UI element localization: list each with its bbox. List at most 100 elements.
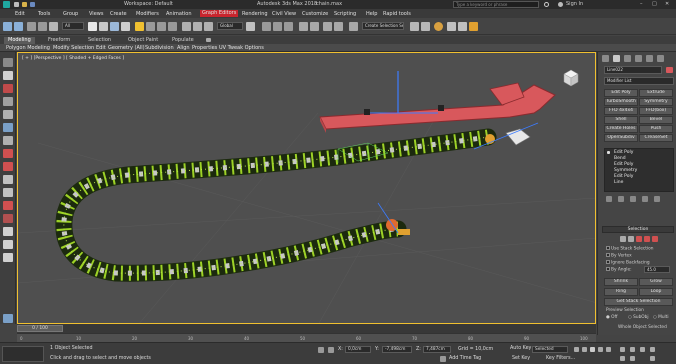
modifier-creaseset-button[interactable]: CreaseSet <box>639 134 673 142</box>
select-manipulate-icon[interactable] <box>262 22 271 31</box>
render-setup-icon[interactable] <box>447 22 456 31</box>
select-by-name-icon[interactable] <box>99 22 108 31</box>
motion-tab-icon[interactable] <box>635 55 642 62</box>
scene-icon[interactable] <box>3 227 13 236</box>
keyboard-shortcut-override-icon[interactable] <box>273 22 282 31</box>
stack-item-line[interactable]: Line <box>614 180 623 185</box>
spinner-snap-icon[interactable] <box>284 22 293 31</box>
hierarchy-tab-icon[interactable] <box>624 55 631 62</box>
display-icon[interactable] <box>3 162 13 171</box>
y-coordinate-field[interactable]: -7,498cm <box>382 346 412 353</box>
maxscript-listener[interactable] <box>2 346 44 362</box>
panel-uv-tweak-options[interactable]: UV Tweak Options <box>219 45 264 51</box>
edge-mode-icon[interactable] <box>628 236 634 242</box>
reference-coordinate-dropdown[interactable]: Global <box>217 22 243 30</box>
material-editor-icon[interactable] <box>434 22 443 31</box>
zoom-extents-icon[interactable] <box>630 347 635 352</box>
element-mode-icon[interactable] <box>652 236 658 242</box>
curve-editor-icon[interactable] <box>410 22 419 31</box>
minimize-button[interactable]: – <box>640 1 643 7</box>
menu-rendering[interactable]: Rendering <box>242 11 268 17</box>
by-angle-checkbox[interactable]: By Angle: <box>606 267 632 273</box>
modifier-ffd-4x4x4-button[interactable]: FFD 4x4x4 <box>604 107 638 115</box>
perspective-viewport[interactable]: [ + ] [Perspective ] [ Shaded + Edged Fa… <box>17 52 596 324</box>
menu-edit[interactable]: Edit <box>15 11 25 17</box>
scene-canvas[interactable] <box>18 53 596 324</box>
mirror-icon[interactable] <box>299 22 308 31</box>
modifier-list-dropdown[interactable]: Modifier List <box>604 77 674 85</box>
ribbon-options-icon[interactable] <box>206 38 211 42</box>
angle-snap-icon[interactable] <box>193 22 202 31</box>
angle-spinner[interactable]: 45.0 <box>644 266 670 273</box>
named-selection-set-dropdown[interactable]: Create Selection Se <box>362 22 404 30</box>
get-stack-selection-button[interactable]: Get Stack Selection <box>604 298 673 306</box>
menu-create[interactable]: Create <box>110 11 127 17</box>
menu-help[interactable]: Help <box>366 11 377 17</box>
redo-icon[interactable] <box>14 22 23 31</box>
absolute-mode-icon[interactable] <box>328 347 334 353</box>
ring-button[interactable]: Ring <box>604 288 638 296</box>
modifier-extrude-button[interactable]: Extrude <box>639 89 673 97</box>
layer-manager-icon[interactable] <box>323 22 332 31</box>
go-to-end-icon[interactable] <box>606 347 611 352</box>
rectangular-selection-icon[interactable] <box>110 22 119 31</box>
shrink-button[interactable]: Shrink <box>604 278 638 286</box>
stack-item-symmetry[interactable]: Symmetry <box>614 168 637 173</box>
named-selection-icon[interactable] <box>349 22 358 31</box>
modifier-edit-poly-button[interactable]: Edit Poly <box>604 89 638 97</box>
stack-light-bulb-icon[interactable] <box>607 151 610 154</box>
shape-icon[interactable] <box>3 214 13 223</box>
tab-populate[interactable]: Populate <box>168 37 198 44</box>
object-paint-icon[interactable] <box>3 97 13 106</box>
time-tag-icon[interactable] <box>440 356 446 362</box>
maximize-viewport-icon[interactable] <box>650 356 655 361</box>
loop-button[interactable]: Loop <box>639 288 673 296</box>
hierarchy-icon[interactable] <box>3 253 13 262</box>
modifier-ffd-box-button[interactable]: FFD(box) <box>639 107 673 115</box>
menu-customize[interactable]: Customize <box>302 11 328 17</box>
preview-multi-radio[interactable]: ○ Multi <box>653 315 669 320</box>
menu-modifiers[interactable]: Modifiers <box>136 11 159 17</box>
select-scale-icon[interactable] <box>157 22 166 31</box>
panel-subdivision[interactable]: Subdivision <box>145 45 174 51</box>
unlink-icon[interactable] <box>38 22 47 31</box>
make-unique-icon[interactable] <box>630 196 636 202</box>
add-time-tag-button[interactable]: Add Time Tag <box>449 356 481 361</box>
layer-explorer-icon[interactable] <box>3 314 13 323</box>
walk-through-icon[interactable] <box>630 356 635 361</box>
isolate-icon[interactable] <box>3 110 13 119</box>
pan-view-icon[interactable] <box>650 347 655 352</box>
camera-icon[interactable] <box>3 188 13 197</box>
close-button[interactable]: ✕ <box>665 1 669 7</box>
track-bar[interactable]: 0 10 20 30 40 50 60 70 80 90 100 <box>17 333 596 342</box>
modifier-symmetry-button[interactable]: Symmetry <box>639 98 673 106</box>
bind-space-warp-icon[interactable] <box>49 22 58 31</box>
stack-item-edit-poly-2[interactable]: Edit Poly <box>614 162 633 167</box>
grow-button[interactable]: Grow <box>639 278 673 286</box>
hide-icon[interactable] <box>3 136 13 145</box>
open-file-icon[interactable] <box>22 2 27 7</box>
brush-icon[interactable] <box>3 84 13 93</box>
menu-animation[interactable]: Animation <box>166 11 192 17</box>
panel-align[interactable]: Align <box>177 45 190 51</box>
by-vertex-checkbox[interactable]: By Vertex <box>606 253 632 259</box>
scene-explorer-icon[interactable] <box>334 22 343 31</box>
undo-icon[interactable] <box>3 22 12 31</box>
sign-in-link[interactable]: Sign In <box>566 1 583 7</box>
select-move-icon[interactable] <box>135 22 144 31</box>
user-icon[interactable] <box>558 2 563 7</box>
previous-frame-icon[interactable] <box>582 347 587 352</box>
light-icon[interactable] <box>3 175 13 184</box>
z-coordinate-field[interactable]: 7,487cm <box>423 346 451 353</box>
configure-modifier-sets-icon[interactable] <box>654 196 660 202</box>
modifier-turbosmooth-button[interactable]: TurboSmooth <box>604 98 638 106</box>
time-slider-thumb[interactable]: 0 / 100 <box>17 325 63 332</box>
stack-item-edit-poly-1[interactable]: Edit Poly <box>614 150 633 155</box>
tab-modeling[interactable]: Modeling <box>4 37 35 44</box>
render-production-icon[interactable] <box>469 22 478 31</box>
lock-selection-icon[interactable] <box>318 347 324 353</box>
selection-filter-dropdown[interactable]: All <box>62 22 84 30</box>
select-rotate-icon[interactable] <box>146 22 155 31</box>
auto-key-button[interactable]: Auto Key <box>510 346 531 351</box>
preview-off-radio[interactable]: ● Off <box>606 315 617 320</box>
